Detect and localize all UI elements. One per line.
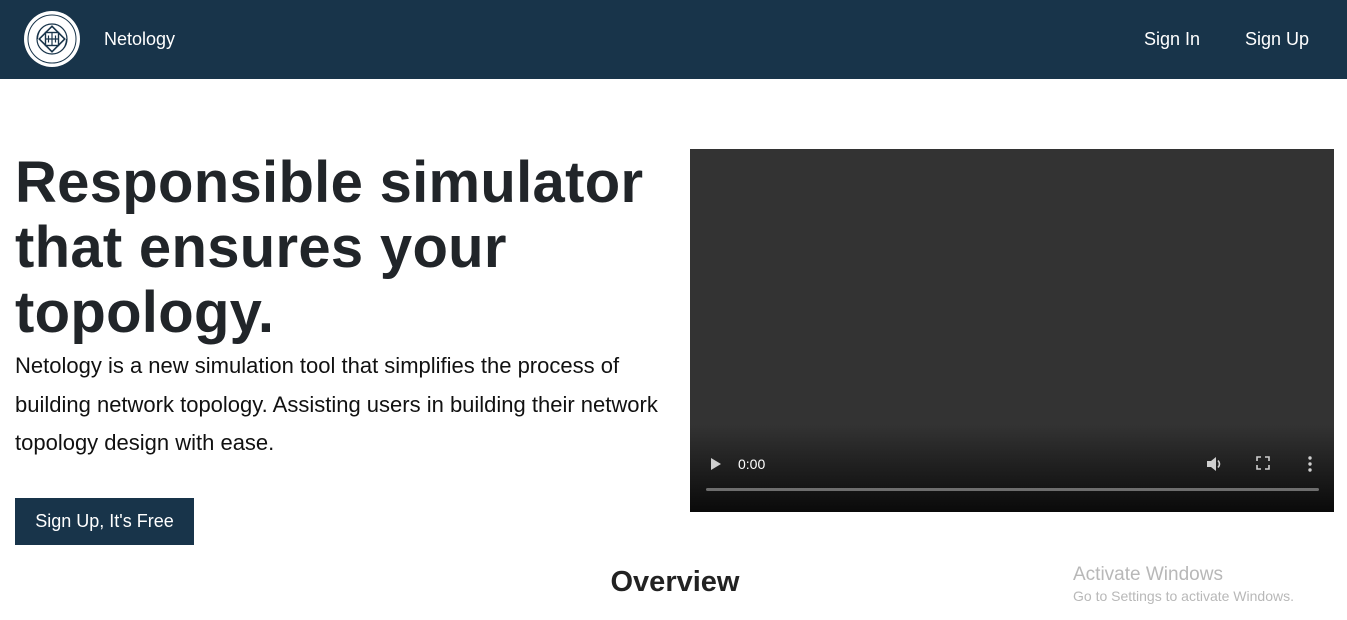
video-time: 0:00 (738, 456, 766, 472)
logo-emblem-icon (25, 12, 79, 66)
sign-up-free-button[interactable]: Sign Up, It's Free (15, 498, 194, 545)
activate-windows-subtitle: Go to Settings to activate Windows. (1073, 588, 1294, 604)
sign-in-link[interactable]: Sign In (1144, 28, 1200, 50)
hero-description: Netology is a new simulation tool that s… (15, 353, 658, 455)
video-progress-bar[interactable] (706, 488, 1319, 491)
activate-windows-title: Activate Windows (1073, 564, 1223, 585)
play-icon[interactable] (709, 457, 723, 471)
hero-title: Responsible simulator that ensures your … (15, 150, 644, 345)
sign-up-link[interactable]: Sign Up (1245, 28, 1309, 50)
netology-simulator-logo[interactable] (24, 11, 80, 67)
navbar: Netology Sign In Sign Up (0, 0, 1347, 79)
fullscreen-icon[interactable] (1256, 456, 1270, 470)
video-player[interactable]: 0:00 (690, 149, 1334, 512)
brand-name[interactable]: Netology (104, 28, 175, 50)
more-options-icon[interactable] (1307, 455, 1313, 473)
volume-icon[interactable] (1206, 456, 1224, 472)
